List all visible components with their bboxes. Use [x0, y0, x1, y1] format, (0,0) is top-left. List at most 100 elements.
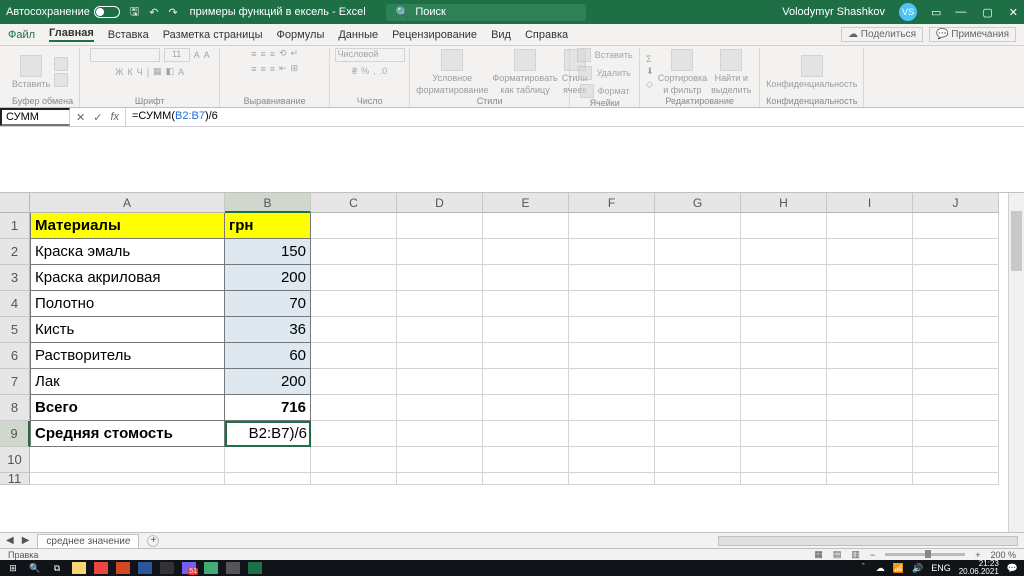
- find-select-button[interactable]: Найти ивыделить: [711, 49, 751, 95]
- row-header-3[interactable]: 3: [0, 265, 30, 291]
- col-header-F[interactable]: F: [569, 193, 655, 213]
- cell-B4[interactable]: 70: [225, 291, 311, 317]
- cell-H8[interactable]: [741, 395, 827, 421]
- col-header-H[interactable]: H: [741, 193, 827, 213]
- cell-J10[interactable]: [913, 447, 999, 473]
- view-normal-icon[interactable]: ▦: [814, 549, 823, 560]
- align-right-icon[interactable]: ≡: [270, 64, 275, 74]
- start-button[interactable]: ⊞: [6, 562, 20, 574]
- cell-B5[interactable]: 36: [225, 317, 311, 343]
- col-header-A[interactable]: A: [30, 193, 225, 213]
- col-header-E[interactable]: E: [483, 193, 569, 213]
- row-header-8[interactable]: 8: [0, 395, 30, 421]
- select-all-corner[interactable]: [0, 193, 30, 213]
- cell-I8[interactable]: [827, 395, 913, 421]
- cell-F2[interactable]: [569, 239, 655, 265]
- opera-icon[interactable]: [94, 562, 108, 574]
- tab-review[interactable]: Рецензирование: [392, 29, 477, 41]
- align-bot-icon[interactable]: ≡: [270, 49, 275, 59]
- formula-input[interactable]: =СУММ(B2:B7)/6: [126, 108, 1024, 126]
- tab-file[interactable]: Файл: [8, 29, 35, 41]
- cell-D6[interactable]: [397, 343, 483, 369]
- cell-D7[interactable]: [397, 369, 483, 395]
- sheet-nav-next-icon[interactable]: ▶: [22, 535, 30, 546]
- powerpoint-icon[interactable]: [116, 562, 130, 574]
- tab-page-layout[interactable]: Разметка страницы: [163, 29, 263, 41]
- delete-cells-button[interactable]: Удалить: [578, 66, 630, 80]
- row-header-10[interactable]: 10: [0, 447, 30, 473]
- inc-decimal-icon[interactable]: .0: [380, 66, 388, 76]
- orientation-icon[interactable]: ⟲: [279, 48, 287, 59]
- cell-G1[interactable]: [655, 213, 741, 239]
- zoom-slider[interactable]: [885, 553, 965, 556]
- cell-C9[interactable]: [311, 421, 397, 447]
- cell-H7[interactable]: [741, 369, 827, 395]
- copy-icon[interactable]: [54, 73, 68, 87]
- bold-icon[interactable]: Ж: [115, 67, 123, 77]
- language-indicator[interactable]: ENG: [931, 563, 951, 573]
- fx-icon[interactable]: fx: [110, 111, 119, 123]
- wrap-icon[interactable]: ↵: [291, 48, 299, 59]
- maximize-icon[interactable]: ▢: [982, 6, 992, 19]
- cell-A5[interactable]: Кисть: [30, 317, 225, 343]
- explorer-icon[interactable]: [72, 562, 86, 574]
- vertical-scrollbar[interactable]: [1008, 193, 1024, 532]
- cell-I4[interactable]: [827, 291, 913, 317]
- grow-font-icon[interactable]: A: [194, 50, 200, 60]
- row-headers[interactable]: 1234567891011: [0, 213, 30, 485]
- zoom-level[interactable]: 200 %: [990, 550, 1016, 560]
- cell-J3[interactable]: [913, 265, 999, 291]
- cell-H2[interactable]: [741, 239, 827, 265]
- spreadsheet-grid[interactable]: 1234567891011 ABCDEFGHIJ МатериалыгрнКра…: [0, 193, 1024, 532]
- cell-B11[interactable]: [225, 473, 311, 485]
- cell-C8[interactable]: [311, 395, 397, 421]
- cell-A7[interactable]: Лак: [30, 369, 225, 395]
- tab-insert[interactable]: Вставка: [108, 29, 149, 41]
- fill-icon[interactable]: ◧: [166, 66, 175, 77]
- cell-G6[interactable]: [655, 343, 741, 369]
- cell-C5[interactable]: [311, 317, 397, 343]
- cell-F3[interactable]: [569, 265, 655, 291]
- cell-B10[interactable]: [225, 447, 311, 473]
- cell-I10[interactable]: [827, 447, 913, 473]
- cell-A1[interactable]: Материалы: [30, 213, 225, 239]
- cell-H3[interactable]: [741, 265, 827, 291]
- cell-C10[interactable]: [311, 447, 397, 473]
- cell-G8[interactable]: [655, 395, 741, 421]
- shrink-font-icon[interactable]: A: [204, 50, 210, 60]
- cut-icon[interactable]: [54, 57, 68, 71]
- font-size[interactable]: 11: [164, 48, 190, 62]
- sheet-nav-prev-icon[interactable]: ◀: [6, 535, 14, 546]
- cell-I1[interactable]: [827, 213, 913, 239]
- cell-C7[interactable]: [311, 369, 397, 395]
- cell-E1[interactable]: [483, 213, 569, 239]
- horizontal-scrollbar[interactable]: [718, 536, 1018, 546]
- cell-D1[interactable]: [397, 213, 483, 239]
- align-mid-icon[interactable]: ≡: [260, 49, 265, 59]
- cell-G10[interactable]: [655, 447, 741, 473]
- search-taskbar-icon[interactable]: 🔍: [28, 562, 42, 574]
- app2-icon[interactable]: [226, 562, 240, 574]
- cell-J4[interactable]: [913, 291, 999, 317]
- name-box[interactable]: [0, 108, 70, 126]
- share-button[interactable]: ☁ Поделиться: [841, 27, 923, 42]
- avatar[interactable]: VS: [899, 3, 917, 21]
- app-icon[interactable]: [204, 562, 218, 574]
- number-format-select[interactable]: Числовой: [335, 48, 405, 62]
- cell-C1[interactable]: [311, 213, 397, 239]
- italic-icon[interactable]: К: [127, 67, 132, 77]
- col-header-D[interactable]: D: [397, 193, 483, 213]
- currency-icon[interactable]: ₴: [352, 66, 357, 76]
- cell-F10[interactable]: [569, 447, 655, 473]
- redo-icon[interactable]: ↷: [168, 6, 177, 19]
- cell-A11[interactable]: [30, 473, 225, 485]
- cell-D2[interactable]: [397, 239, 483, 265]
- view-break-icon[interactable]: ▥: [851, 549, 860, 560]
- conditional-format-button[interactable]: Условноеформатирование: [416, 49, 488, 95]
- onedrive-icon[interactable]: ☁: [876, 563, 885, 574]
- tab-help[interactable]: Справка: [525, 29, 568, 41]
- font-color-icon[interactable]: A: [178, 67, 184, 77]
- sheet-tab[interactable]: среднее значение: [37, 534, 139, 548]
- cell-D8[interactable]: [397, 395, 483, 421]
- cell-F5[interactable]: [569, 317, 655, 343]
